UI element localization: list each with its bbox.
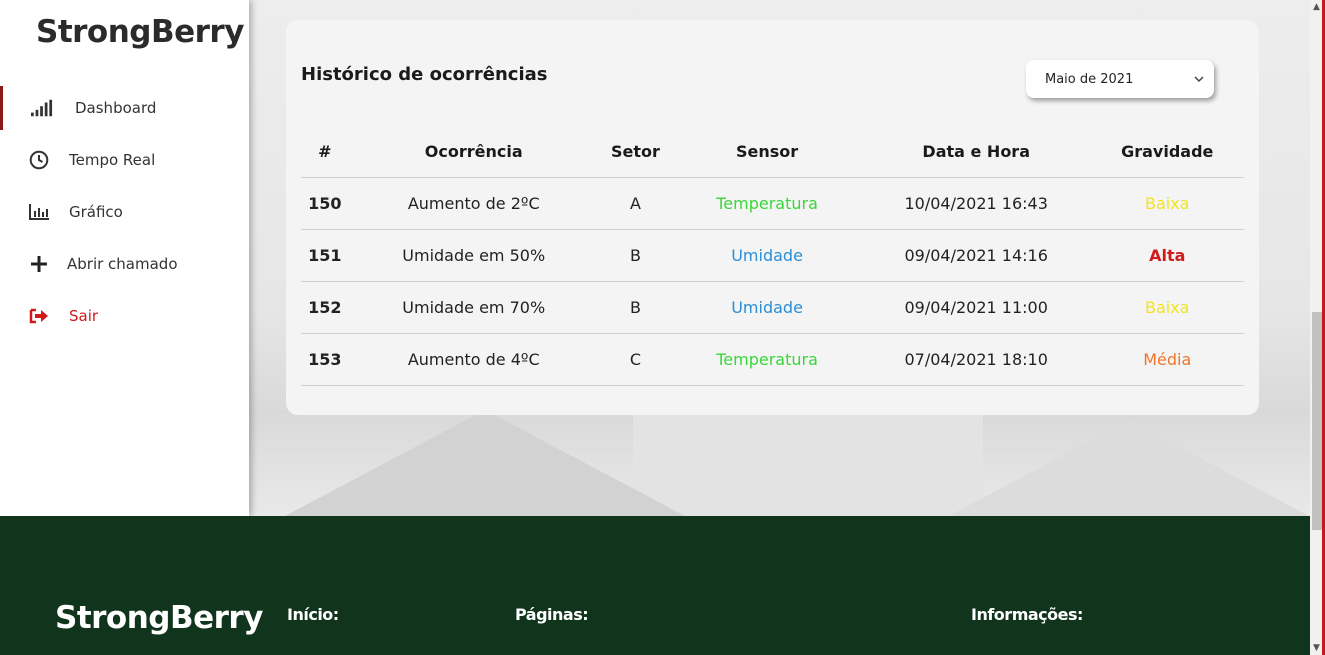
table-row: 153 Aumento de 4ºC C Temperatura 07/04/2… [301, 333, 1244, 386]
cell-gravidade: Baixa [1090, 281, 1244, 334]
occurrence-table: # Ocorrência Setor Sensor Data e Hora Gr… [301, 126, 1244, 386]
table-header-row: # Ocorrência Setor Sensor Data e Hora Gr… [301, 126, 1244, 178]
cell-setor: A [598, 177, 673, 230]
cell-ocorrencia: Aumento de 4ºC [348, 333, 599, 386]
cell-sensor: Umidade [672, 281, 862, 334]
sidebar-brand: StrongBerry [36, 14, 244, 50]
month-select-value: Maio de 2021 [1045, 71, 1134, 87]
scrollbar-thumb[interactable] [1312, 312, 1322, 530]
sidebar-item-label: Dashboard [75, 99, 157, 117]
cell-data-hora: 10/04/2021 16:43 [861, 177, 1091, 230]
occurrence-history-card: Histórico de ocorrências Maio de 2021 # … [286, 20, 1259, 415]
cell-ocorrencia: Umidade em 70% [348, 281, 599, 334]
sidebar-item-label: Abrir chamado [67, 255, 178, 273]
cell-data-hora: 07/04/2021 18:10 [861, 333, 1091, 386]
scroll-down-icon[interactable]: ▼ [1313, 643, 1320, 653]
cell-sensor: Temperatura [672, 333, 862, 386]
footer-heading-inicio: Início: [287, 605, 339, 624]
sidebar-item-dashboard[interactable]: Dashboard [0, 86, 252, 130]
plus-icon [28, 254, 50, 274]
background-shape [633, 400, 983, 516]
card-title: Histórico de ocorrências [301, 64, 548, 85]
column-header-setor: Setor [598, 126, 673, 178]
background-shape [285, 410, 685, 516]
cell-id: 150 [301, 177, 349, 230]
sidebar-item-grafico[interactable]: Gráfico [0, 190, 249, 234]
sidebar-item-label: Sair [69, 307, 99, 325]
bar-chart-icon [28, 202, 50, 222]
footer-heading-informacoes: Informações: [971, 605, 1083, 624]
cell-setor: B [598, 281, 673, 334]
cell-gravidade: Baixa [1090, 177, 1244, 230]
cell-data-hora: 09/04/2021 11:00 [861, 281, 1091, 334]
sidebar-item-abrir-chamado[interactable]: Abrir chamado [0, 242, 249, 286]
table-row: 152 Umidade em 70% B Umidade 09/04/2021 … [301, 281, 1244, 334]
cell-id: 152 [301, 281, 349, 334]
table-row: 150 Aumento de 2ºC A Temperatura 10/04/2… [301, 177, 1244, 230]
cell-setor: B [598, 229, 673, 282]
footer: StrongBerry Início: Páginas: Informações… [0, 516, 1310, 655]
cell-setor: C [598, 333, 673, 386]
cell-data-hora: 09/04/2021 14:16 [861, 229, 1091, 282]
cell-gravidade: Alta [1090, 229, 1244, 282]
sidebar-item-sair[interactable]: Sair [0, 294, 249, 338]
column-header-sensor: Sensor [672, 126, 862, 178]
column-header-id: # [301, 126, 349, 178]
cell-sensor: Umidade [672, 229, 862, 282]
sidebar: StrongBerry Dashboard Tempo Real Gráfico… [0, 0, 249, 516]
cell-gravidade: Média [1090, 333, 1244, 386]
column-header-gravidade: Gravidade [1090, 126, 1244, 178]
month-select[interactable]: Maio de 2021 [1026, 60, 1214, 98]
cell-ocorrencia: Aumento de 2ºC [348, 177, 599, 230]
column-header-ocorrencia: Ocorrência [348, 126, 599, 178]
sidebar-item-label: Tempo Real [69, 151, 156, 169]
cell-id: 153 [301, 333, 349, 386]
footer-brand: StrongBerry [55, 600, 263, 636]
sidebar-item-tempo-real[interactable]: Tempo Real [0, 138, 249, 182]
signal-bars-icon [31, 98, 53, 118]
background-shape [949, 420, 1309, 516]
chevron-down-icon [1194, 72, 1204, 87]
sign-out-icon [28, 306, 50, 326]
cell-id: 151 [301, 229, 349, 282]
column-header-data-hora: Data e Hora [861, 126, 1091, 178]
footer-heading-paginas: Páginas: [515, 605, 589, 624]
cell-sensor: Temperatura [672, 177, 862, 230]
sidebar-item-label: Gráfico [69, 203, 123, 221]
table-row: 151 Umidade em 50% B Umidade 09/04/2021 … [301, 229, 1244, 282]
clock-icon [28, 150, 50, 170]
cell-ocorrencia: Umidade em 50% [348, 229, 599, 282]
scroll-up-icon[interactable]: ▲ [1313, 2, 1320, 12]
